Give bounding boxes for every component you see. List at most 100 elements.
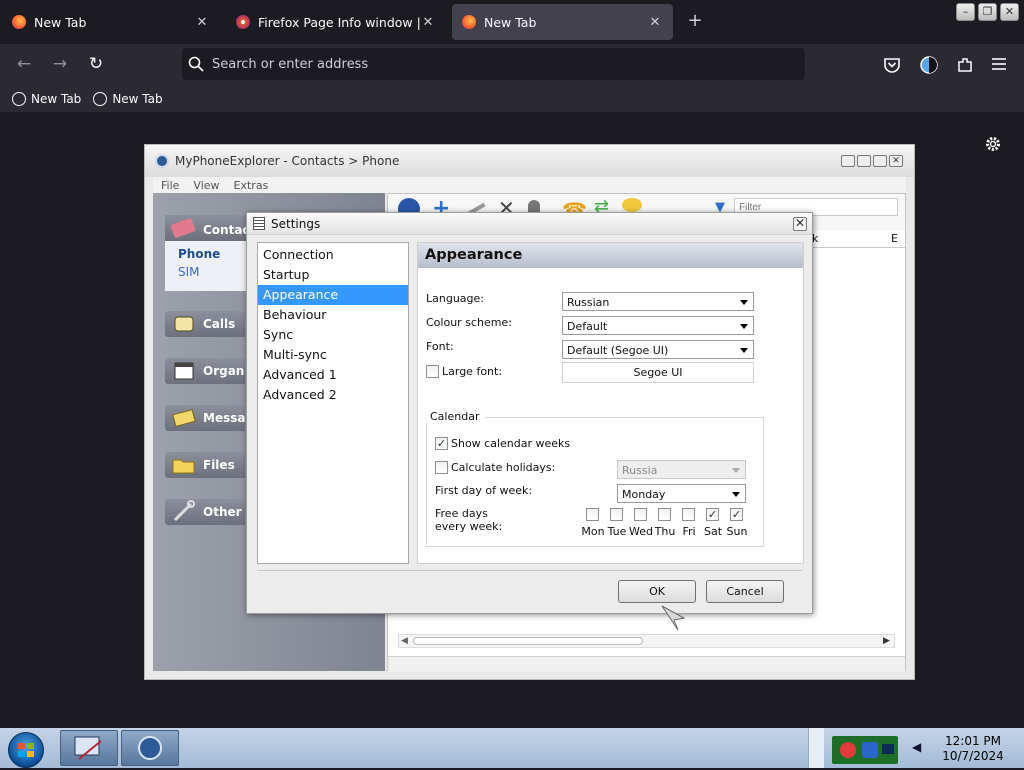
menu-file[interactable]: File [161,179,179,192]
colour-scheme-label: Colour scheme: [426,316,512,329]
envelope-icon [172,409,196,427]
browser-tab-1[interactable]: New Tab ✕ [2,4,220,40]
windows-taskbar: ◀ 12:01 PM 10/7/2024 [0,728,1024,768]
app-close-button[interactable]: ✕ [889,155,903,167]
app-maximize-button[interactable] [873,155,887,167]
emoji-toolbar-icon[interactable] [622,198,642,212]
theme-contrast-icon[interactable] [919,55,939,75]
app-minimize-button[interactable] [841,155,855,167]
free-day-fri-checkbox[interactable] [682,508,695,521]
close-tab-icon[interactable]: ✕ [420,15,436,30]
cancel-button[interactable]: Cancel [706,580,784,603]
extensions-icon[interactable] [956,56,974,74]
bookmark-new-tab-2[interactable]: New Tab [93,92,163,106]
contacts-header[interactable]: Contacts [165,215,247,241]
close-tab-icon[interactable]: ✕ [647,15,663,30]
free-days-label-1: Free days [435,507,488,520]
taskbar-scroll[interactable] [808,728,824,768]
calculate-holidays-checkbox[interactable] [435,461,448,474]
bookmark-new-tab[interactable]: New Tab [12,92,81,106]
calendar-group-label: Calendar [426,410,486,423]
settings-dialog: Settings ✕ Connection Startup Appearance… [246,212,813,614]
address-bar[interactable] [182,48,805,80]
sidebar-item-sim[interactable]: SIM [178,265,200,279]
scroll-right-icon[interactable]: ▶ [883,636,890,646]
gear-icon[interactable] [984,135,1002,153]
volume-icon[interactable]: ◀ [912,740,926,756]
tray-app-icon[interactable] [840,742,856,758]
new-tab-plus-icon[interactable]: + [684,10,706,32]
free-day-wed-checkbox[interactable] [634,508,647,521]
browser-tab-3[interactable]: New Tab ✕ [452,4,673,40]
first-day-select[interactable]: Monday [617,484,746,503]
app-menu-bar: File View Extras [153,177,906,193]
nav-sync[interactable]: Sync [258,325,408,345]
sidebar-item-other[interactable]: Other [165,499,245,525]
sidebar-item-phone[interactable]: Phone [178,247,220,261]
show-calendar-weeks-label: Show calendar weeks [451,437,571,450]
taskbar-app-myphoneexplorer[interactable] [121,730,179,766]
language-select[interactable]: Russian [562,292,754,311]
sidebar-label: Organizer [203,364,245,378]
nav-advanced-2[interactable]: Advanced 2 [258,385,408,405]
close-window-button[interactable]: ✕ [1000,3,1019,21]
taskbar-app-remote[interactable] [60,730,118,766]
tray-monitor-icon[interactable] [882,744,894,754]
free-day-thu-checkbox[interactable] [658,508,671,521]
sidebar-item-files[interactable]: Files [165,452,245,478]
tools-icon [173,500,195,522]
tray-icons-group[interactable] [832,736,898,764]
sidebar-label: Calls [203,317,236,331]
bookmark-label: New Tab [112,92,163,106]
free-day-sat-checkbox[interactable]: ✓ [706,508,719,521]
colour-scheme-select[interactable]: Default [562,316,754,335]
free-day-tue-checkbox[interactable] [610,508,623,521]
ok-button[interactable]: OK [618,580,696,603]
free-day-mon-checkbox[interactable] [586,508,599,521]
sidebar-item-messages[interactable]: Messages [165,405,245,431]
url-input[interactable] [212,56,805,72]
nav-behaviour[interactable]: Behaviour [258,305,408,325]
sidebar-item-calls[interactable]: Calls [165,311,245,337]
restore-button[interactable]: ❐ [978,3,997,21]
scroll-left-icon[interactable]: ◀ [401,636,408,646]
tab-title: New Tab [484,14,537,30]
menu-view[interactable]: View [193,179,219,192]
tray-shield-icon[interactable] [862,742,878,758]
chevron-down-icon [732,468,740,473]
free-day-label: Thu [654,525,676,538]
browser-tab-2[interactable]: Firefox Page Info window | Firef ✕ [226,4,446,40]
contacts-book-icon [170,218,196,238]
forward-icon[interactable]: → [48,52,72,76]
holidays-country-value: Russia [622,464,658,477]
close-tab-icon[interactable]: ✕ [194,15,210,30]
large-font-checkbox[interactable] [426,365,439,378]
app-title: MyPhoneExplorer - Contacts > Phone [175,154,400,168]
pocket-icon[interactable] [883,56,901,74]
search-icon [188,56,204,72]
scrollbar-thumb[interactable] [413,637,643,645]
column-header[interactable]: E [891,232,898,245]
free-day-sun-checkbox[interactable]: ✓ [730,508,743,521]
nav-advanced-1[interactable]: Advanced 1 [258,365,408,385]
back-icon[interactable]: ← [12,52,36,76]
reload-icon[interactable]: ↻ [84,52,108,76]
contacts-section[interactable]: Contacts Phone SIM [165,215,247,291]
clock-time: 12:01 PM [945,734,1001,748]
start-button[interactable] [8,732,44,768]
nav-multi-sync[interactable]: Multi-sync [258,345,408,365]
sidebar-item-organizer[interactable]: Organizer [165,358,245,384]
settings-list-icon [253,217,265,230]
menu-icon[interactable] [991,57,1007,71]
dialog-close-button[interactable]: ✕ [793,217,807,231]
nav-appearance[interactable]: Appearance [258,285,408,305]
minimize-button[interactable]: – [956,3,975,21]
app-minimize-tray-button[interactable] [857,155,871,167]
nav-connection[interactable]: Connection [258,245,408,265]
show-calendar-weeks-checkbox[interactable]: ✓ [435,437,448,450]
font-select[interactable]: Default (Segoe UI) [562,340,754,359]
menu-extras[interactable]: Extras [234,179,269,192]
horizontal-scrollbar[interactable]: ◀ ▶ [398,634,895,648]
clock[interactable]: 12:01 PM 10/7/2024 [928,734,1018,766]
nav-startup[interactable]: Startup [258,265,408,285]
